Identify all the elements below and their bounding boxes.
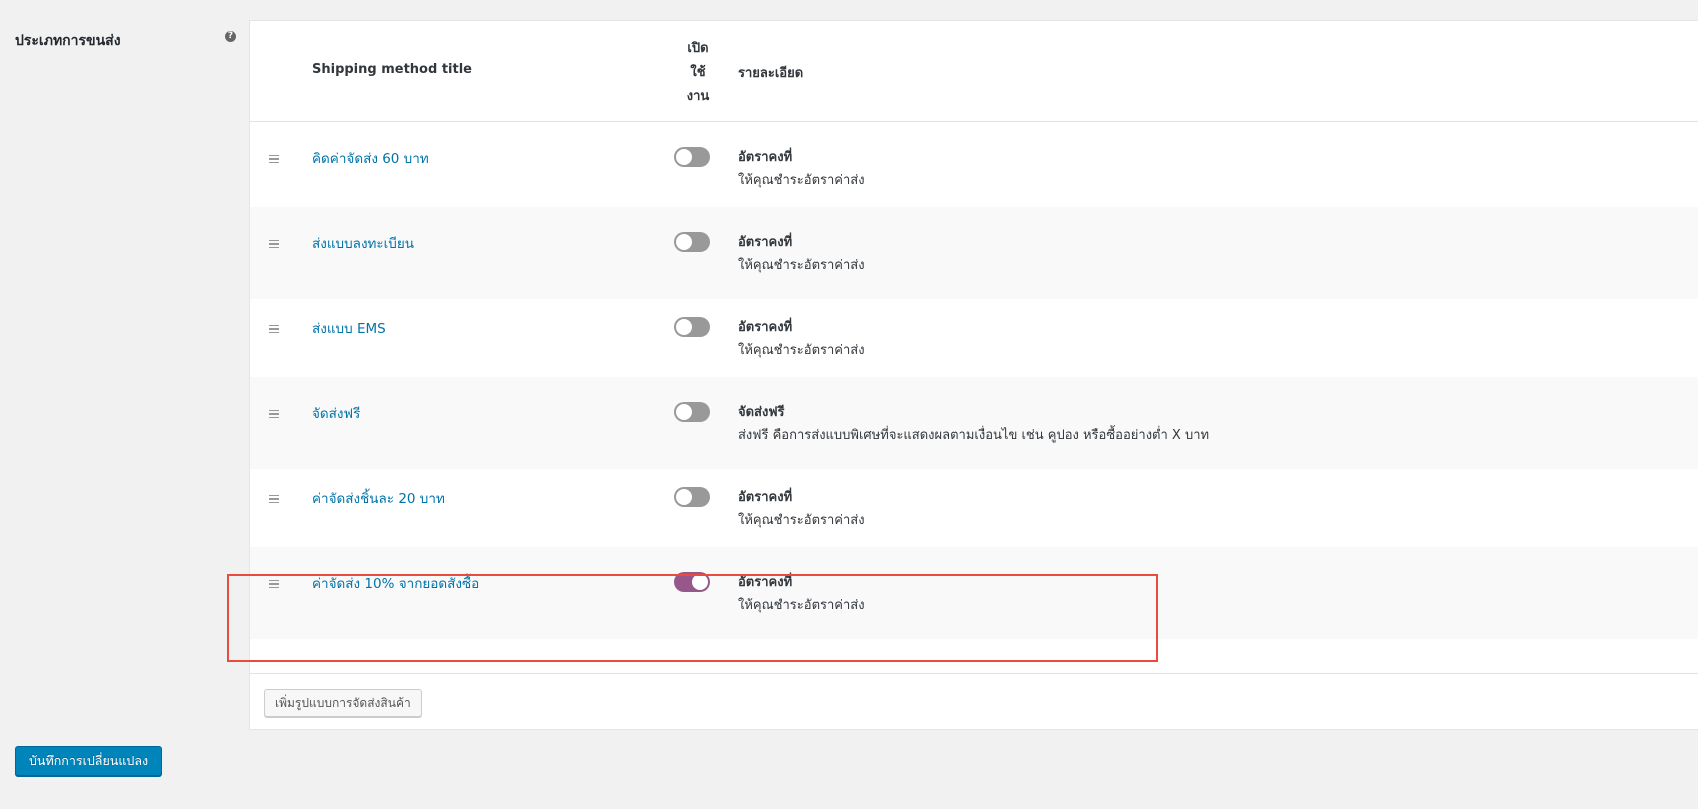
toggle-knob [676,489,692,505]
table-footer: เพิ่มรูปแบบการจัดส่งสินค้า [250,673,1698,717]
enabled-toggle[interactable] [674,402,710,422]
section-label: ประเภทการขนส่ง [15,33,121,49]
drag-handle-icon[interactable] [269,325,279,333]
drag-handle-icon[interactable] [269,155,279,163]
method-type: จัดส่งฟรี [738,405,785,420]
toggle-knob [676,319,692,335]
method-type: อัตราคงที่ [738,235,793,250]
header-description: รายละเอียด [738,66,804,81]
drag-handle-icon[interactable] [269,410,279,418]
method-title-link[interactable]: ส่งแบบ EMS [312,317,386,339]
enabled-toggle[interactable] [674,147,710,167]
table-row: ส่งแบบ EMS อัตราคงที่ ให้คุณชำระอัตราค่า… [250,292,1698,384]
method-type: อัตราคงที่ [738,150,793,165]
method-description: ให้คุณชำระอัตราค่าส่ง [738,258,865,273]
toggle-knob [676,149,692,165]
header-title: Shipping method title [312,62,472,77]
header-enabled: เปิด ใช้ งาน [686,41,710,104]
table-row: ส่งแบบลงทะเบียน อัตราคงที่ ให้คุณชำระอัต… [250,207,1698,299]
help-icon[interactable]: ? [225,31,236,42]
method-type: อัตราคงที่ [738,320,793,335]
method-description: ส่งฟรี คือการส่งแบบพิเศษที่จะแสดงผลตามเง… [738,428,1210,443]
table-row: จัดส่งฟรี จัดส่งฟรี ส่งฟรี คือการส่งแบบพ… [250,377,1698,469]
table-header: Shipping method title เปิด ใช้ งาน รายละ… [250,21,1698,122]
method-type: อัตราคงที่ [738,490,793,505]
shipping-methods-table: Shipping method title เปิด ใช้ งาน รายละ… [249,20,1698,730]
method-title-link[interactable]: ส่งแบบลงทะเบียน [312,232,414,254]
drag-handle-icon[interactable] [269,495,279,503]
method-description: ให้คุณชำระอัตราค่าส่ง [738,343,865,358]
enabled-toggle[interactable] [674,232,710,252]
method-description: ให้คุณชำระอัตราค่าส่ง [738,173,865,188]
enabled-toggle[interactable] [674,487,710,507]
method-title-link[interactable]: คิดค่าจัดส่ง 60 บาท [312,147,429,169]
method-title-link[interactable]: ค่าจัดส่งชิ้นละ 20 บาท [312,487,445,509]
method-title-link[interactable]: จัดส่งฟรี [312,402,360,424]
table-row: ค่าจัดส่ง 10% จากยอดสั่งซื้อ อัตราคงที่ … [250,547,1698,639]
table-row: คิดค่าจัดส่ง 60 บาท อัตราคงที่ ให้คุณชำร… [250,122,1698,214]
toggle-knob [676,234,692,250]
save-changes-button[interactable]: บันทึกการเปลี่ยนแปลง [15,746,163,776]
method-description: ให้คุณชำระอัตราค่าส่ง [738,598,865,613]
drag-handle-icon[interactable] [269,240,279,248]
table-row: ค่าจัดส่งชิ้นละ 20 บาท อัตราคงที่ ให้คุณ… [250,462,1698,554]
enabled-toggle[interactable] [674,572,710,592]
method-type: อัตราคงที่ [738,575,793,590]
method-description: ให้คุณชำระอัตราค่าส่ง [738,513,865,528]
toggle-knob [676,404,692,420]
method-title-link[interactable]: ค่าจัดส่ง 10% จากยอดสั่งซื้อ [312,572,479,594]
toggle-knob [692,574,708,590]
add-shipping-method-button[interactable]: เพิ่มรูปแบบการจัดส่งสินค้า [264,689,422,717]
drag-handle-icon[interactable] [269,580,279,588]
enabled-toggle[interactable] [674,317,710,337]
